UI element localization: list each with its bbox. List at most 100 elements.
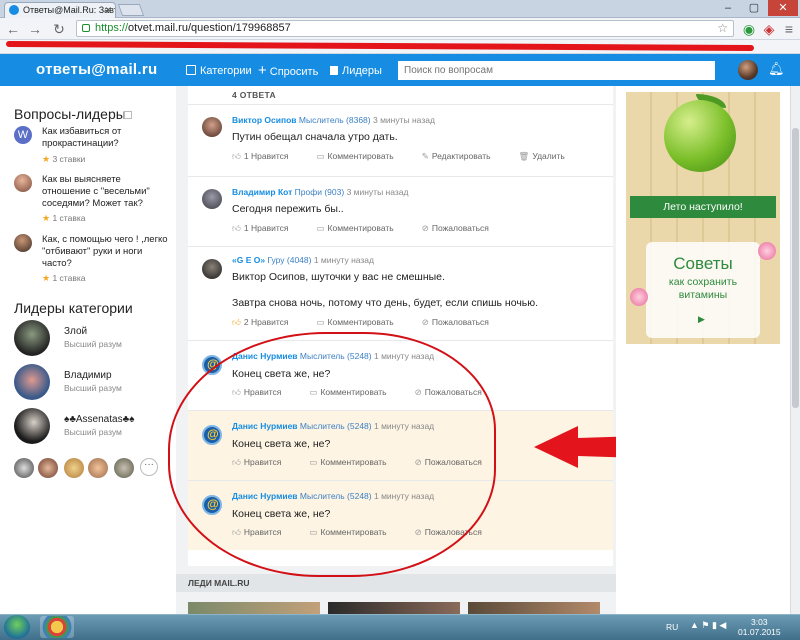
comment-button[interactable]: ▭ Комментировать bbox=[317, 317, 408, 327]
like-button[interactable]: 👍︎ 2 Нравится bbox=[232, 317, 303, 327]
leader-avatar[interactable] bbox=[14, 408, 50, 444]
answer-header: Владимир Кот Профи (903) 3 минуты назад bbox=[232, 187, 408, 197]
nav-ask[interactable]: + Спросить bbox=[258, 63, 318, 78]
author-name[interactable]: Владимир Кот bbox=[232, 187, 292, 197]
leader-avatar[interactable] bbox=[14, 320, 50, 356]
answer-header: Виктор Осипов Мыслитель (8368) 3 минуты … bbox=[232, 115, 435, 125]
extension-icon-2[interactable]: ◈ bbox=[760, 20, 778, 38]
start-button[interactable] bbox=[4, 615, 30, 639]
leader-question[interactable]: W Как избавиться от прокрастинации? ★ 3 … bbox=[14, 126, 164, 166]
extension-icon[interactable]: ◉ bbox=[740, 20, 758, 38]
question-text[interactable]: Как вы выясняете отношение с "весельми" … bbox=[42, 174, 170, 210]
clock[interactable]: 3:03 01.07.2015 bbox=[738, 617, 781, 637]
user-avatar[interactable] bbox=[738, 60, 758, 80]
windows-taskbar bbox=[0, 614, 800, 640]
answer-item: Виктор Осипов Мыслитель (8368) 3 минуты … bbox=[188, 104, 613, 172]
red-annotation-circle bbox=[168, 332, 496, 577]
comment-button[interactable]: ▭ Комментировать bbox=[317, 223, 408, 233]
leader-name[interactable]: ♠♣Assenatas♣♠ bbox=[64, 414, 134, 425]
ad-subtitle: как сохранить витамины bbox=[668, 276, 738, 301]
question-avatar: W bbox=[14, 126, 32, 144]
site-logo[interactable]: ответы@mail.ru bbox=[36, 61, 157, 78]
bell-icon[interactable]: 🔔︎ bbox=[768, 61, 785, 77]
flower-icon bbox=[758, 242, 776, 260]
list-icon bbox=[186, 65, 196, 75]
back-icon[interactable]: ← bbox=[4, 20, 22, 38]
answer-time: 3 минуты назад bbox=[373, 115, 435, 125]
leader-name[interactable]: Владимир bbox=[64, 370, 112, 381]
nav-leaders[interactable]: Лидеры bbox=[330, 64, 382, 78]
minimize-icon[interactable]: – bbox=[716, 0, 740, 16]
search-input[interactable] bbox=[398, 61, 715, 80]
question-text[interactable]: Как, с помощью чего ! ,легко "отбивают" … bbox=[42, 234, 170, 270]
reload-icon[interactable]: ↻ bbox=[50, 20, 68, 38]
question-text[interactable]: Как избавиться от прокрастинации? bbox=[42, 126, 170, 150]
answer-text: Виктор Осипов, шуточки у вас не смешные. bbox=[232, 271, 445, 283]
forward-icon[interactable]: → bbox=[26, 20, 44, 38]
category-leader[interactable]: Владимир Высший разум bbox=[14, 364, 174, 402]
leader-question[interactable]: Как вы выясняете отношение с "весельми" … bbox=[14, 174, 164, 223]
star-icon: ★ bbox=[42, 273, 51, 283]
chrome-taskbar-icon[interactable] bbox=[40, 616, 74, 638]
report-button[interactable]: ⊘ Пожаловаться bbox=[422, 317, 503, 327]
leader-rank: Высший разум bbox=[64, 427, 122, 437]
answer-actions: 👍︎ 2 Нравится ▭ Комментировать ⊘ Пожаловаться bbox=[232, 317, 517, 328]
question-bets: ★ 1 ставка bbox=[42, 273, 86, 283]
leader-question[interactable]: Как, с помощью чего ! ,легко "отбивают" … bbox=[14, 234, 168, 283]
scrollbar-thumb[interactable] bbox=[792, 128, 799, 408]
play-icon[interactable]: ▶ bbox=[698, 314, 705, 325]
report-button[interactable]: ⊘ Пожаловаться bbox=[422, 223, 503, 233]
more-leaders-button[interactable]: ··· bbox=[140, 458, 158, 476]
ladies-thumbnail[interactable] bbox=[468, 602, 600, 614]
advertisement[interactable]: Лето наступило! Советы как сохранить вита… bbox=[626, 92, 780, 344]
new-tab-button[interactable] bbox=[117, 4, 145, 16]
ladies-thumbnail[interactable] bbox=[188, 602, 320, 614]
info-icon[interactable] bbox=[124, 111, 132, 119]
leaders-icon bbox=[330, 66, 338, 75]
mini-avatar[interactable] bbox=[38, 458, 58, 478]
pencil-icon: ✎ bbox=[421, 151, 429, 161]
author-name[interactable]: Виктор Осипов bbox=[232, 115, 297, 125]
category-leader[interactable]: ♠♣Assenatas♣♠ Высший разум bbox=[14, 408, 174, 446]
favicon-icon bbox=[9, 5, 19, 15]
bookmark-star-icon[interactable]: ☆ bbox=[717, 21, 728, 36]
mini-avatar[interactable] bbox=[114, 458, 134, 478]
category-leaders-title: Лидеры категории bbox=[14, 300, 133, 316]
comment-button[interactable]: ▭ Комментировать bbox=[317, 151, 408, 161]
category-leader[interactable]: Злой Высший разум bbox=[14, 320, 174, 358]
author-name[interactable]: «G E O» bbox=[232, 255, 265, 265]
leader-name[interactable]: Злой bbox=[64, 326, 87, 337]
like-button[interactable]: 👍︎ 1 Нравится bbox=[232, 223, 303, 233]
comment-icon: ▭ bbox=[316, 151, 325, 161]
lock-icon bbox=[82, 24, 90, 32]
question-bets: ★ 1 ставка bbox=[42, 213, 86, 223]
author-rank: Профи (903) bbox=[294, 187, 345, 197]
mini-avatar[interactable] bbox=[64, 458, 84, 478]
apple-icon bbox=[664, 100, 736, 172]
answer-text-line2: Завтра снова ночь, потому что день, буде… bbox=[232, 297, 539, 309]
mini-avatar[interactable] bbox=[88, 458, 108, 478]
ladies-label[interactable]: ЛЕДИ MAIL.RU bbox=[188, 578, 250, 588]
edit-button[interactable]: ✎ Редактировать bbox=[422, 151, 505, 161]
mini-avatar[interactable] bbox=[14, 458, 34, 478]
maximize-icon[interactable]: ▢ bbox=[742, 0, 766, 16]
close-tab-icon[interactable]: ✕ bbox=[104, 3, 112, 17]
nav-categories[interactable]: Категории bbox=[186, 64, 252, 78]
browser-tab[interactable]: Ответы@Mail.Ru: Завтр ✕ bbox=[4, 2, 116, 18]
close-window-icon[interactable]: ✕ bbox=[768, 0, 798, 16]
like-button[interactable]: 👍︎ 1 Нравится bbox=[232, 151, 303, 161]
tray-icons[interactable]: ▲ ⚑ ▮ ◀ bbox=[690, 620, 726, 631]
flower-icon bbox=[630, 288, 648, 306]
star-icon: ★ bbox=[42, 154, 51, 164]
author-avatar[interactable] bbox=[202, 189, 222, 209]
author-avatar[interactable] bbox=[202, 117, 222, 137]
answer-time: 1 минуту назад bbox=[313, 255, 374, 265]
ladies-thumbnail[interactable] bbox=[328, 602, 460, 614]
answer-header: «G E O» Гуру (4048) 1 минуту назад bbox=[232, 255, 374, 265]
leader-avatar[interactable] bbox=[14, 364, 50, 400]
author-avatar[interactable] bbox=[202, 259, 222, 279]
menu-icon[interactable]: ≡ bbox=[780, 20, 798, 38]
address-bar[interactable]: https://otvet.mail.ru/question/179968857… bbox=[76, 20, 734, 37]
delete-button[interactable]: 🗑︎ Удалить bbox=[519, 151, 579, 161]
language-indicator[interactable]: RU bbox=[666, 622, 678, 632]
